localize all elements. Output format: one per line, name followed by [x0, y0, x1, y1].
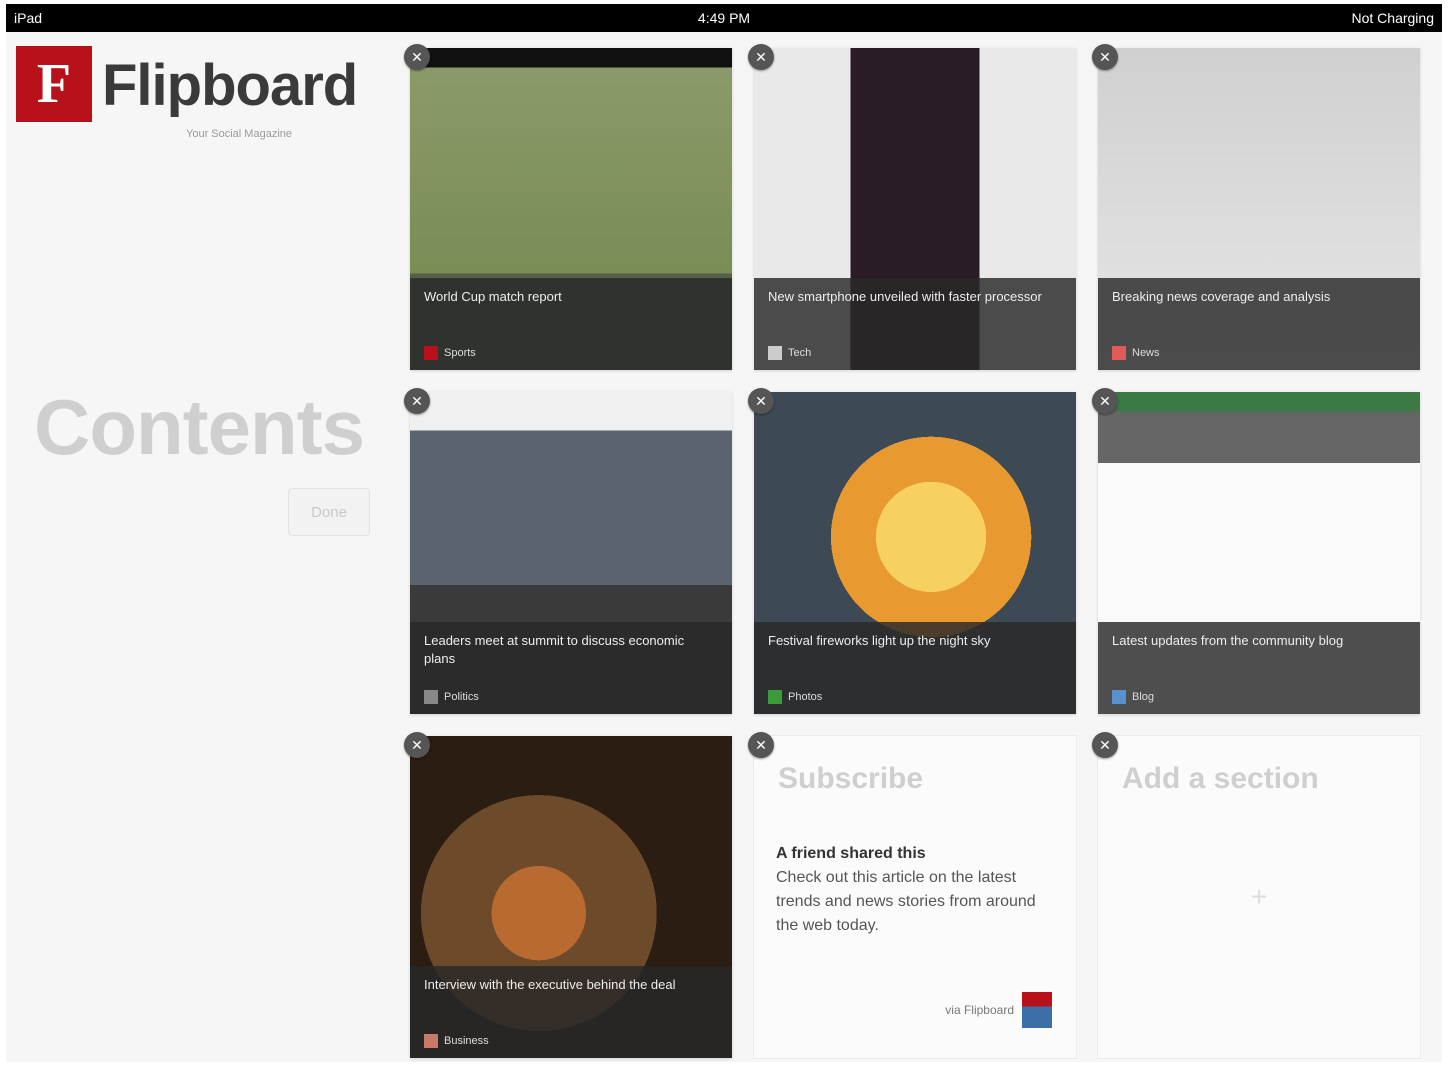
- battery-status: Not Charging: [1351, 10, 1435, 26]
- remove-icon[interactable]: ✕: [404, 732, 430, 758]
- remove-icon[interactable]: ✕: [748, 388, 774, 414]
- section-tile[interactable]: World Cup match report Sports: [410, 48, 732, 370]
- section-tile[interactable]: New smartphone unveiled with faster proc…: [754, 48, 1076, 370]
- tile-source: Photos: [768, 688, 822, 706]
- tile-source: Business: [424, 1032, 489, 1050]
- section-tile[interactable]: Leaders meet at summit to discuss econom…: [410, 392, 732, 714]
- tile-caption: New smartphone unveiled with faster proc…: [754, 278, 1076, 370]
- flipboard-logo-icon: F: [16, 46, 92, 122]
- avatar: [1022, 992, 1052, 1028]
- tile-caption: Interview with the executive behind the …: [410, 966, 732, 1058]
- tile-caption: Festival fireworks light up the night sk…: [754, 622, 1076, 714]
- tile-source: News: [1112, 344, 1160, 362]
- tile-source: Sports: [424, 344, 476, 362]
- brand-tagline: Your Social Magazine: [186, 128, 292, 140]
- add-section-tile[interactable]: Add a section +: [1098, 736, 1420, 1058]
- subscription-tile[interactable]: Subscribe A friend shared this Check out…: [754, 736, 1076, 1058]
- remove-icon[interactable]: ✕: [748, 44, 774, 70]
- section-tile[interactable]: Breaking news coverage and analysis News: [1098, 48, 1420, 370]
- plus-icon: +: [1250, 881, 1268, 912]
- feed-signature: via Flipboard: [945, 992, 1052, 1028]
- tile-caption: World Cup match report Sports: [410, 278, 732, 370]
- remove-icon[interactable]: ✕: [1092, 388, 1118, 414]
- feed-author: A friend shared this: [776, 845, 926, 862]
- tile-source: Blog: [1112, 688, 1154, 706]
- remove-icon[interactable]: ✕: [1092, 44, 1118, 70]
- done-button[interactable]: Done: [288, 488, 370, 536]
- brand-name: Flipboard: [102, 53, 358, 118]
- section-tile[interactable]: Latest updates from the community blog B…: [1098, 392, 1420, 714]
- page-title: Contents: [34, 383, 365, 471]
- tile-source: Tech: [768, 344, 811, 362]
- section-tile[interactable]: Festival fireworks light up the night sk…: [754, 392, 1076, 714]
- remove-icon[interactable]: ✕: [404, 388, 430, 414]
- contents-screen: F Flipboard Your Social Magazine Content…: [6, 32, 1442, 1062]
- flipboard-logo: F Flipboard Your Social Magazine: [16, 46, 358, 140]
- remove-icon[interactable]: ✕: [748, 732, 774, 758]
- device-label: iPad: [14, 10, 43, 26]
- tile-title: Add a section: [1122, 762, 1319, 795]
- feed-text: Check out this article on the latest tre…: [776, 869, 1036, 934]
- tile-caption: Latest updates from the community blog B…: [1098, 622, 1420, 714]
- tile-caption: Leaders meet at summit to discuss econom…: [410, 622, 732, 714]
- tile-title: Subscribe: [778, 762, 924, 795]
- feed-preview: A friend shared this Check out this arti…: [776, 842, 1054, 938]
- remove-icon[interactable]: ✕: [404, 44, 430, 70]
- section-tile[interactable]: Interview with the executive behind the …: [410, 736, 732, 1058]
- remove-icon[interactable]: ✕: [1092, 732, 1118, 758]
- status-bar: iPad 4:49 PM Not Charging: [6, 4, 1442, 32]
- tile-caption: Breaking news coverage and analysis News: [1098, 278, 1420, 370]
- clock: 4:49 PM: [697, 10, 751, 26]
- tile-source: Politics: [424, 688, 479, 706]
